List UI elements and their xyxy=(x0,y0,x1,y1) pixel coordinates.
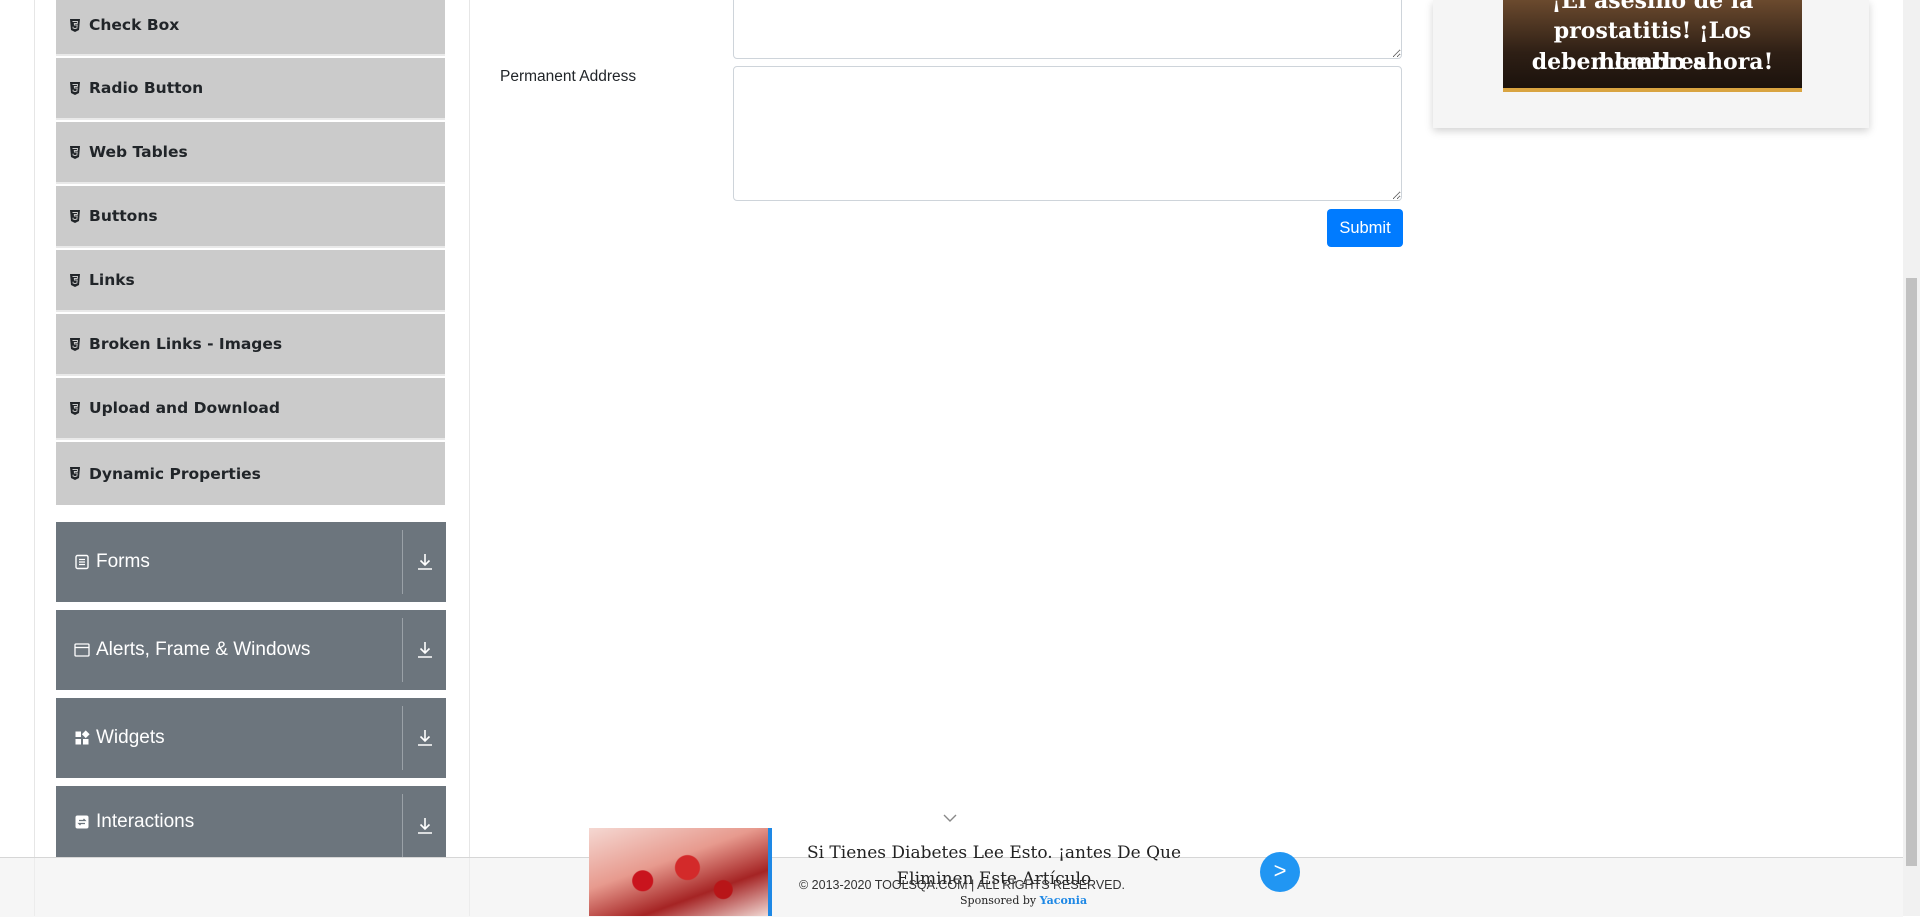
divider xyxy=(402,706,403,770)
submit-button[interactable]: Submit xyxy=(1327,209,1403,247)
download-icon[interactable] xyxy=(416,728,434,748)
sidebar-item-label: Broken Links - Images xyxy=(89,335,283,353)
divider xyxy=(402,794,403,858)
group-label: Interactions xyxy=(96,811,195,832)
ad-right-line: deben leerlo ahora! xyxy=(1531,49,1774,75)
form-icon xyxy=(75,554,89,570)
group-label: Alerts, Frame & Windows xyxy=(96,639,311,660)
divider xyxy=(402,618,403,682)
ad-go-button[interactable]: > xyxy=(1260,852,1300,892)
column-divider xyxy=(469,0,470,916)
sidebar-item-radio-button[interactable]: Radio Button xyxy=(56,58,445,120)
sidebar-item-buttons[interactable]: Buttons xyxy=(56,186,445,248)
group-forms[interactable]: Forms xyxy=(56,522,446,602)
sidebar-item-web-tables[interactable]: Web Tables xyxy=(56,122,445,184)
sponsored-prefix: Sponsored by xyxy=(960,894,1037,907)
sidebar-item-label: Web Tables xyxy=(89,143,188,161)
window-icon xyxy=(74,643,90,657)
current-address-textarea[interactable] xyxy=(733,0,1402,59)
scrollbar-thumb[interactable] xyxy=(1906,278,1917,866)
group-interactions[interactable]: Interactions xyxy=(56,786,446,858)
chevron-down-icon[interactable] xyxy=(942,813,958,823)
html5-icon xyxy=(70,337,80,351)
html5-icon xyxy=(70,401,80,415)
permanent-address-label: Permanent Address xyxy=(500,68,637,85)
interactions-icon xyxy=(75,815,89,829)
ad-right[interactable]: ¡El asesino de la prostatitis! ¡Los homb… xyxy=(1433,0,1869,128)
sidebar-item-label: Upload and Download xyxy=(89,399,280,417)
group-alerts-frame-windows[interactable]: Alerts, Frame & Windows xyxy=(56,610,446,690)
html5-icon xyxy=(70,209,80,223)
widgets-icon xyxy=(75,730,90,745)
permanent-address-textarea[interactable] xyxy=(733,66,1402,201)
group-widgets[interactable]: Widgets xyxy=(56,698,446,778)
sidebar-item-dynamic-properties[interactable]: Dynamic Properties xyxy=(56,442,445,505)
sidebar-item-label: Radio Button xyxy=(89,79,204,97)
download-icon[interactable] xyxy=(416,640,434,660)
html5-icon xyxy=(70,18,80,32)
html5-icon xyxy=(70,467,80,480)
download-icon[interactable] xyxy=(416,816,434,836)
sidebar-item-check-box[interactable]: Check Box xyxy=(56,0,445,56)
group-label: Forms xyxy=(96,551,150,572)
sidebar-item-label: Links xyxy=(89,271,135,289)
sidebar-item-upload-download[interactable]: Upload and Download xyxy=(56,378,445,440)
sidebar-item-label: Buttons xyxy=(89,207,158,225)
copyright-text: © 2013-2020 TOOLSQA.COM | ALL RIGHTS RES… xyxy=(799,878,1126,892)
sidebar-item-links[interactable]: Links xyxy=(56,250,445,312)
html5-icon xyxy=(70,273,80,287)
divider xyxy=(402,530,403,594)
group-label: Widgets xyxy=(96,727,165,748)
html5-icon xyxy=(70,81,80,95)
sidebar-item-label: Dynamic Properties xyxy=(89,464,261,483)
sponsor-link[interactable]: Yaconia xyxy=(1040,894,1087,907)
ad-right-line: ¡El asesino de la xyxy=(1551,0,1754,14)
html5-icon xyxy=(70,145,80,159)
ad-thumbnail-image[interactable] xyxy=(589,828,772,916)
sidebar-item-broken-links[interactable]: Broken Links - Images xyxy=(56,314,445,376)
sidebar-item-label: Check Box xyxy=(89,16,180,34)
sponsored-by: Sponsored by Yaconia xyxy=(960,894,1087,907)
page-left-border xyxy=(34,0,35,916)
download-icon[interactable] xyxy=(416,552,434,572)
ad-right-image[interactable]: ¡El asesino de la prostatitis! ¡Los homb… xyxy=(1503,0,1802,92)
